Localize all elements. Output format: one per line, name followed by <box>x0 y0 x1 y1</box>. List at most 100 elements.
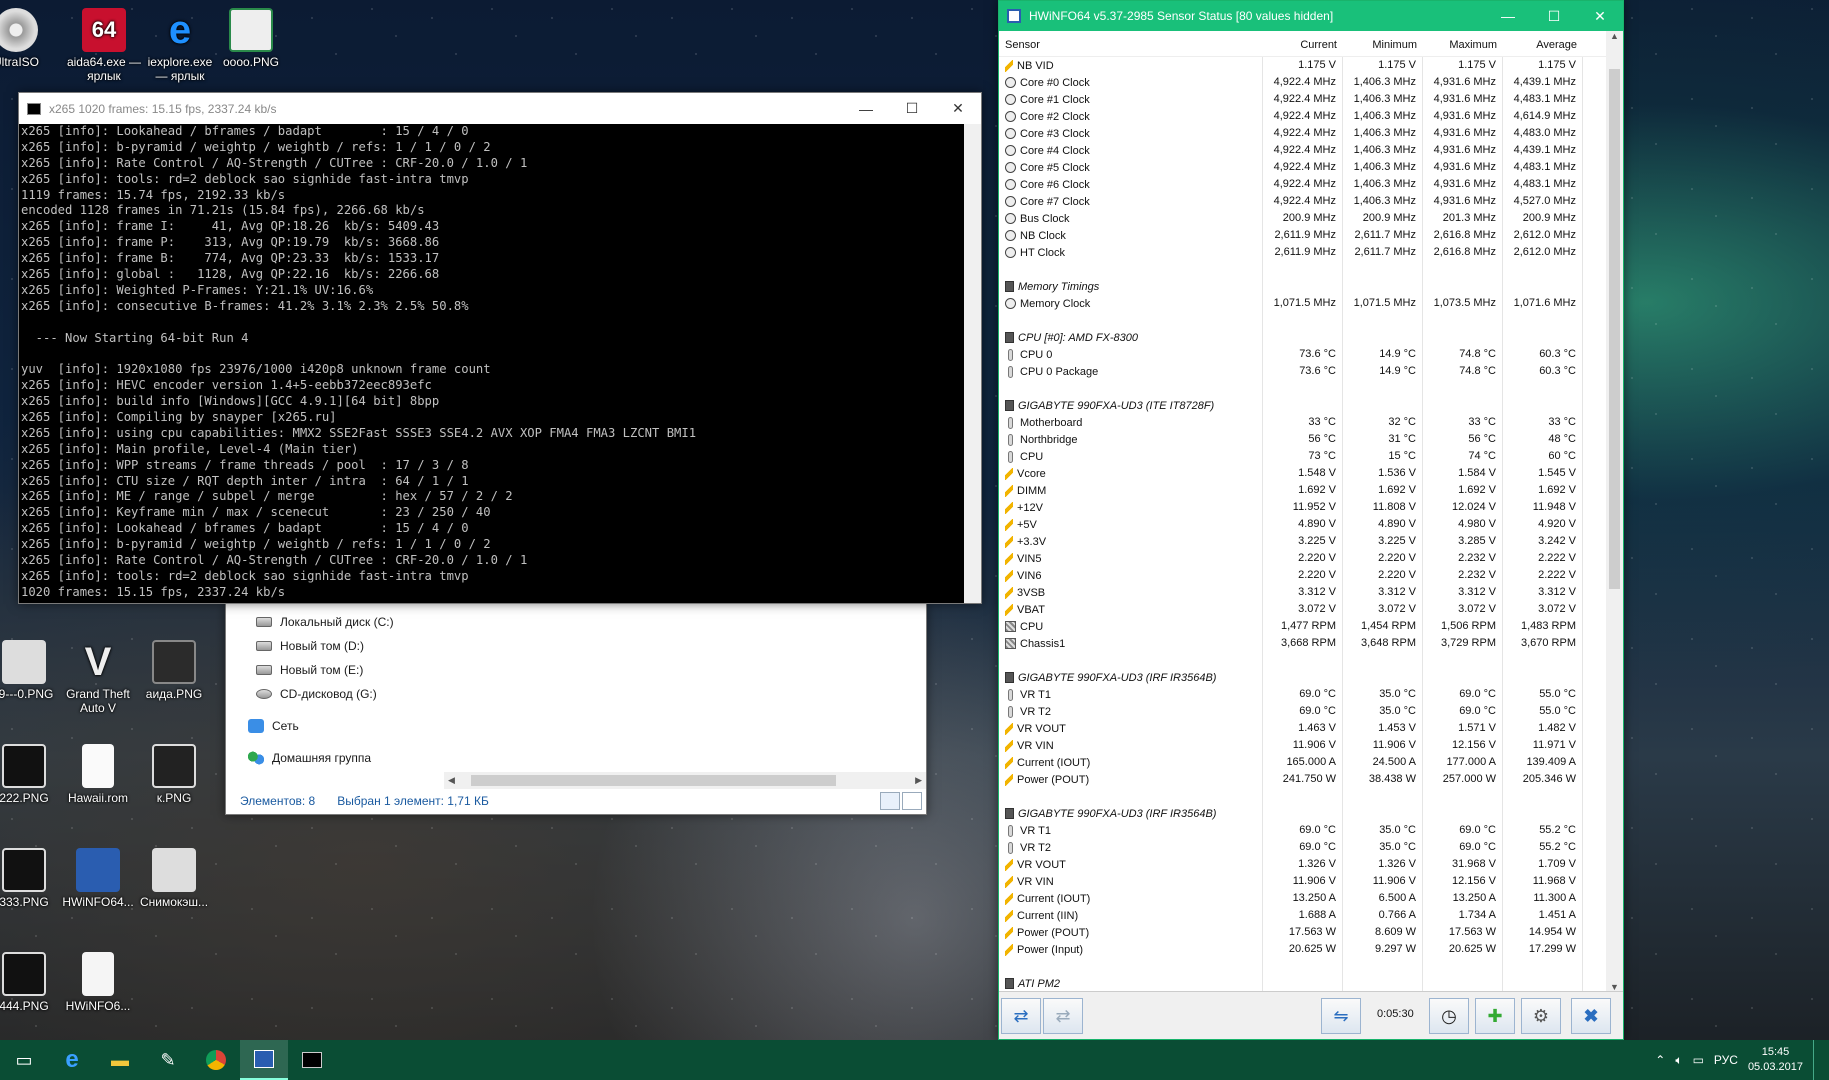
sensor-table-scrollbar[interactable]: ▲ ▼ <box>1606 31 1623 992</box>
nav-network[interactable]: Сеть <box>226 714 440 738</box>
sensor-group-row[interactable]: CPU [#0]: AMD FX-8300 <box>999 329 1606 346</box>
sensor-group-row[interactable]: Memory Timings <box>999 278 1606 295</box>
sensor-row[interactable]: VR T2 69.0 °C 35.0 °C 69.0 °C 55.2 °C <box>999 839 1606 856</box>
sensor-row[interactable]: Current (IIN) 1.688 A 0.766 A 1.734 A 1.451 … <box>999 907 1606 924</box>
desktop-icon-oooo-png[interactable]: oooo.PNG <box>213 8 289 69</box>
sensor-row[interactable]: Current (IOUT) 165.000 A 24.500 A 177.000 A… <box>999 754 1606 771</box>
sensor-row[interactable]: CPU 0 73.6 °C 14.9 °C 74.8 °C 60.3 °C <box>999 346 1606 363</box>
scroll-left-icon[interactable]: ◀ <box>444 775 455 786</box>
close-button[interactable]: ✕ <box>935 93 981 124</box>
console-titlebar[interactable]: x265 1020 frames: 15.15 fps, 2337.24 kb/… <box>19 93 981 124</box>
desktop-icon-aida-png[interactable]: аида.PNG <box>136 640 212 701</box>
sensor-group-row[interactable]: ATI PM2 <box>999 975 1606 992</box>
nav-drive-e[interactable]: Новый том (E:) <box>226 658 440 682</box>
sensor-row[interactable]: +12V 11.952 V 11.808 V 12.024 V 11.948 V <box>999 499 1606 516</box>
sensor-row[interactable]: VR VOUT 1.463 V 1.453 V 1.571 V 1.482 V <box>999 720 1606 737</box>
close-button[interactable]: ✕ <box>1577 1 1623 32</box>
sensor-row[interactable]: VIN6 2.220 V 2.220 V 2.232 V 2.222 V <box>999 567 1606 584</box>
minimize-button[interactable]: — <box>843 93 889 124</box>
sensor-row[interactable]: Core #0 Clock 4,922.4 MHz 1,406.3 MHz 4,931… <box>999 74 1606 91</box>
sensor-row[interactable]: Motherboard 33 °C 32 °C 33 °C 33 °C <box>999 414 1606 431</box>
sensor-row[interactable]: Memory Clock 1,071.5 MHz 1,071.5 MHz 1,073.… <box>999 295 1606 312</box>
scrollbar-thumb[interactable] <box>1609 69 1620 589</box>
column-header-average[interactable]: Average <box>1503 38 1583 52</box>
sensor-row[interactable]: VIN5 2.220 V 2.220 V 2.232 V 2.222 V <box>999 550 1606 567</box>
taskbar-hwinfo[interactable] <box>240 1040 288 1080</box>
sensor-row[interactable]: Core #5 Clock 4,922.4 MHz 1,406.3 MHz 4,931… <box>999 159 1606 176</box>
sensor-row[interactable]: CPU 1,477 RPM 1,454 RPM 1,506 RPM 1,483 RPM <box>999 618 1606 635</box>
column-header-maximum[interactable]: Maximum <box>1423 38 1503 52</box>
desktop-icon-snapshot-png[interactable]: Снимокэш... <box>136 848 212 909</box>
sensor-row[interactable]: Power (POUT) 17.563 W 8.609 W 17.563 W 14.95… <box>999 924 1606 941</box>
sensor-row[interactable]: Core #6 Clock 4,922.4 MHz 1,406.3 MHz 4,931… <box>999 176 1606 193</box>
sensor-row[interactable]: +5V 4.890 V 4.890 V 4.980 V 4.920 V <box>999 516 1606 533</box>
sensor-group-row[interactable]: GIGABYTE 990FXA-UD3 (ITE IT8728F) <box>999 397 1606 414</box>
sensor-row[interactable]: Core #7 Clock 4,922.4 MHz 1,406.3 MHz 4,931… <box>999 193 1606 210</box>
sensor-row[interactable]: VR T2 69.0 °C 35.0 °C 69.0 °C 55.0 °C <box>999 703 1606 720</box>
column-header-current[interactable]: Current <box>1263 38 1343 52</box>
sensor-row[interactable]: Core #4 Clock 4,922.4 MHz 1,406.3 MHz 4,931… <box>999 142 1606 159</box>
desktop-icon-iexplore[interactable]: e iexplore.exe — ярлык <box>142 8 218 83</box>
network-sync-button[interactable]: ⇋ <box>1321 998 1361 1034</box>
settings-button[interactable]: ⚙ <box>1521 998 1561 1034</box>
sensor-row[interactable]: 3VSB 3.312 V 3.312 V 3.312 V 3.312 V <box>999 584 1606 601</box>
sensor-row[interactable]: +3.3V 3.225 V 3.225 V 3.285 V 3.242 V <box>999 533 1606 550</box>
minimize-button[interactable]: — <box>1485 1 1531 32</box>
sensor-row[interactable]: Core #3 Clock 4,922.4 MHz 1,406.3 MHz 4,931… <box>999 125 1606 142</box>
sensor-row[interactable]: VR T1 69.0 °C 35.0 °C 69.0 °C 55.2 °C <box>999 822 1606 839</box>
sensor-row[interactable]: Vcore 1.548 V 1.536 V 1.584 V 1.545 V <box>999 465 1606 482</box>
desktop-icon-ultraiso[interactable]: UltraISO <box>0 8 54 69</box>
desktop-icon-k-png[interactable]: к.PNG <box>136 744 212 805</box>
sensor-row[interactable]: VR VIN 11.906 V 11.906 V 12.156 V 11.968 V <box>999 873 1606 890</box>
sensor-row[interactable]: CPU 73 °C 15 °C 74 °C 60 °C <box>999 448 1606 465</box>
log-file-button[interactable]: ✚ <box>1475 998 1515 1034</box>
sensor-row[interactable]: NB Clock 2,611.9 MHz 2,611.7 MHz 2,616.8 MH… <box>999 227 1606 244</box>
taskbar-paint[interactable]: ✎ <box>144 1040 192 1080</box>
console-scrollbar[interactable] <box>964 124 981 603</box>
desktop-icon-hwinfo-config[interactable]: HWiNFO6... <box>60 952 136 1013</box>
sensor-row[interactable]: Core #1 Clock 4,922.4 MHz 1,406.3 MHz 4,931… <box>999 91 1606 108</box>
desktop-icon-aida64[interactable]: 64 aida64.exe — ярлык <box>66 8 142 83</box>
sensor-row[interactable]: NB VID 1.175 V 1.175 V 1.175 V 1.175 V <box>999 57 1606 74</box>
navigate-back-forward-button[interactable]: ⇄ <box>1001 998 1041 1034</box>
show-hidden-icons[interactable]: ⌃ <box>1655 1053 1665 1067</box>
details-view-button[interactable] <box>880 792 900 810</box>
close-sensors-button[interactable]: ✖ <box>1571 998 1611 1034</box>
sensor-row[interactable]: Power (POUT) 241.750 W 38.438 W 257.000 W 20… <box>999 771 1606 788</box>
sensor-row[interactable]: VBAT 3.072 V 3.072 V 3.072 V 3.072 V <box>999 601 1606 618</box>
console-output[interactable]: x265 [info]: Lookahead / bframes / badap… <box>19 124 964 603</box>
scrollbar-thumb[interactable] <box>470 775 836 786</box>
nav-drive-d[interactable]: Новый том (D:) <box>226 634 440 658</box>
scroll-right-icon[interactable]: ▶ <box>915 775 926 786</box>
sensor-row[interactable]: HT Clock 2,611.9 MHz 2,611.7 MHz 2,616.8 MH… <box>999 244 1606 261</box>
desktop-icon-9-0-png[interactable]: -9---0.PNG <box>0 640 62 701</box>
sensor-row[interactable]: CPU 0 Package 73.6 °C 14.9 °C 74.8 °C 60.3 °… <box>999 363 1606 380</box>
nav-homegroup[interactable]: Домашняя группа <box>226 746 440 770</box>
scroll-up-icon[interactable]: ▲ <box>1606 31 1623 41</box>
sensor-row[interactable]: Chassis1 3,668 RPM 3,648 RPM 3,729 RPM 3,670… <box>999 635 1606 652</box>
column-header-minimum[interactable]: Minimum <box>1343 38 1423 52</box>
taskbar-explorer[interactable]: ▬ <box>96 1040 144 1080</box>
task-view-button[interactable]: ▭ <box>0 1040 48 1080</box>
reset-clock-button[interactable]: ◷ <box>1429 998 1469 1034</box>
sensor-row[interactable]: VR T1 69.0 °C 35.0 °C 69.0 °C 55.0 °C <box>999 686 1606 703</box>
nav-drive-c[interactable]: Локальный диск (C:) <box>226 610 440 634</box>
desktop-icon-333-png[interactable]: 333.PNG <box>0 848 62 909</box>
sensor-row[interactable]: VR VIN 11.906 V 11.906 V 12.156 V 11.971 V <box>999 737 1606 754</box>
column-header-sensor[interactable]: Sensor <box>999 38 1263 52</box>
sensor-row[interactable]: Core #2 Clock 4,922.4 MHz 1,406.3 MHz 4,931… <box>999 108 1606 125</box>
sensor-row[interactable]: VR VOUT 1.326 V 1.326 V 31.968 V 1.709 V <box>999 856 1606 873</box>
desktop-icon-222-png[interactable]: 222.PNG <box>0 744 62 805</box>
desktop-icon-444-png[interactable]: 444.PNG <box>0 952 62 1013</box>
clock[interactable]: 15:45 05.03.2017 <box>1748 1045 1803 1075</box>
sensor-row[interactable]: Northbridge 56 °C 31 °C 56 °C 48 °C <box>999 431 1606 448</box>
taskbar-chrome[interactable] <box>192 1040 240 1080</box>
desktop-icon-hawaii-rom[interactable]: Hawaii.rom <box>60 744 136 805</box>
desktop-icon-hwinfo64[interactable]: HWiNFO64... <box>60 848 136 909</box>
input-language[interactable]: РУС <box>1714 1053 1738 1067</box>
sensor-row[interactable]: Power (Input) 20.625 W 9.297 W 20.625 W 17.2… <box>999 941 1606 958</box>
navigate-disabled-button[interactable]: ⇄ <box>1043 998 1083 1034</box>
sensor-row[interactable]: Bus Clock 200.9 MHz 200.9 MHz 201.3 MHz 200.… <box>999 210 1606 227</box>
large-icons-view-button[interactable] <box>902 792 922 810</box>
explorer-horizontal-scrollbar[interactable]: ◀ ▶ <box>444 772 926 789</box>
